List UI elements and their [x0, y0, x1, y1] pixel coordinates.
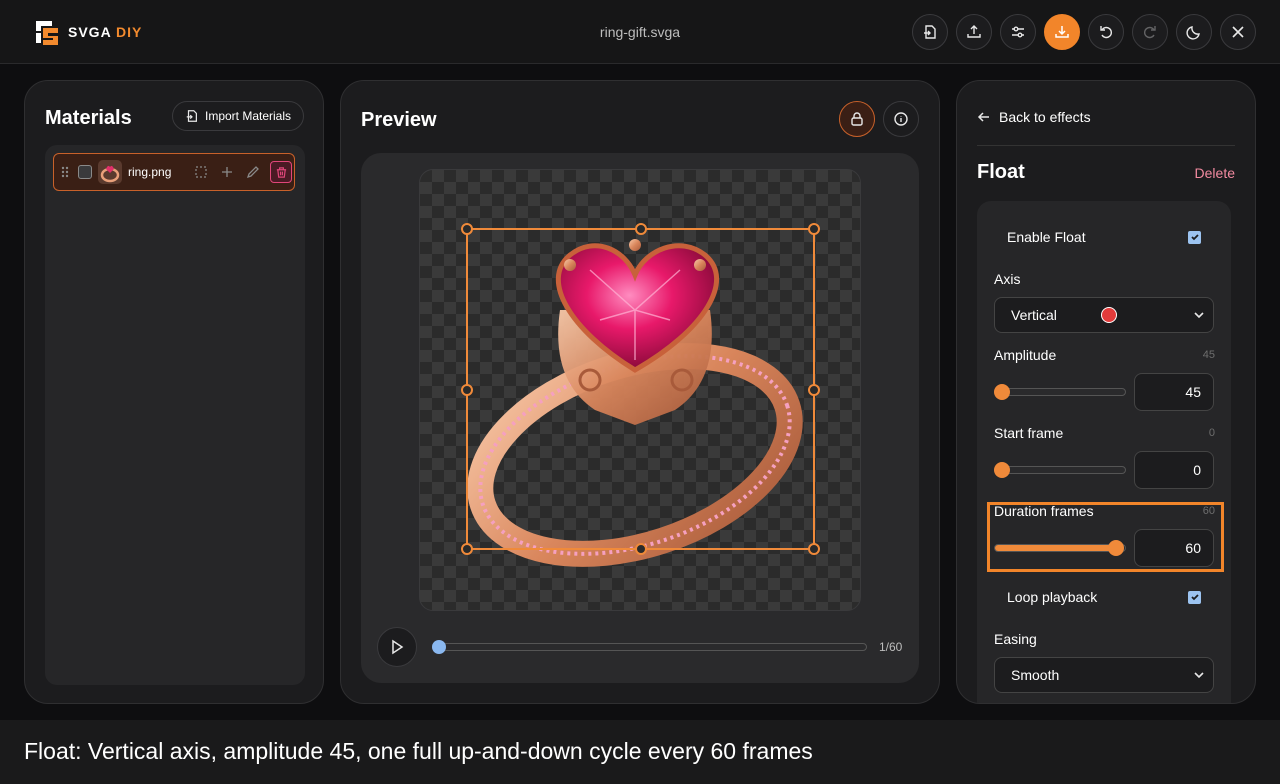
start-frame-hint: 0 — [1208, 427, 1215, 439]
upload-icon — [967, 25, 981, 38]
preview-title: Preview — [361, 109, 437, 131]
loop-playback-row[interactable]: Loop playback — [1007, 589, 1201, 605]
axis-color-swatch[interactable] — [1100, 307, 1117, 323]
select-region-icon — [195, 166, 207, 178]
easing-select[interactable]: Smooth — [994, 657, 1214, 693]
arrow-left-icon — [977, 112, 989, 122]
easing-label: Easing — [994, 631, 1037, 647]
selection-box[interactable] — [461, 223, 820, 555]
item-checkbox[interactable] — [78, 165, 92, 179]
redo-icon — [1144, 26, 1156, 39]
close-button[interactable] — [1220, 14, 1256, 50]
materials-title: Materials — [45, 107, 132, 129]
duration-highlight — [987, 502, 1224, 572]
amplitude-input[interactable]: 45 — [1134, 373, 1214, 411]
info-button[interactable] — [883, 101, 919, 137]
download-button[interactable] — [1044, 14, 1080, 50]
timeline-slider[interactable] — [432, 640, 867, 654]
start-frame-input[interactable]: 0 — [1134, 451, 1214, 489]
resize-handle[interactable] — [461, 384, 473, 396]
download-icon — [1055, 26, 1069, 38]
info-icon — [894, 112, 908, 126]
start-frame-knob[interactable] — [994, 462, 1010, 478]
effect-settings: Enable Float Axis Vertical Amplitude 45 … — [977, 201, 1231, 703]
start-frame-label: Start frame — [994, 425, 1064, 441]
play-button[interactable] — [377, 627, 417, 667]
chevron-down-icon — [1194, 312, 1204, 319]
resize-handle[interactable] — [808, 543, 820, 555]
effects-panel: Back to effects Float Delete Enable Floa… — [956, 80, 1256, 704]
back-to-effects-link[interactable]: Back to effects — [977, 109, 1091, 125]
materials-list: ring.png — [45, 145, 305, 685]
axis-value: Vertical — [1011, 307, 1057, 323]
play-icon — [392, 639, 404, 655]
preview-stage: 1/60 — [361, 153, 919, 683]
add-button[interactable] — [218, 163, 236, 181]
resize-handle[interactable] — [635, 223, 647, 235]
import-file-button[interactable] — [912, 14, 948, 50]
loop-playback-label: Loop playback — [1007, 589, 1098, 605]
material-thumbnail — [98, 160, 122, 184]
timeline-knob[interactable] — [432, 640, 446, 654]
check-icon — [1190, 234, 1199, 241]
preview-canvas[interactable] — [419, 169, 861, 611]
top-bar: SVGA DIY ring-gift.svga — [0, 0, 1280, 64]
upload-button[interactable] — [956, 14, 992, 50]
select-region-button[interactable] — [192, 163, 210, 181]
list-item[interactable]: ring.png — [53, 153, 295, 191]
effect-title: Float — [977, 161, 1025, 183]
resize-handle[interactable] — [635, 543, 647, 555]
resize-handle[interactable] — [461, 543, 473, 555]
trash-icon — [276, 166, 286, 178]
material-name: ring.png — [128, 165, 172, 179]
amplitude-label: Amplitude — [994, 347, 1057, 363]
amplitude-slider[interactable] — [994, 384, 1126, 400]
delete-material-button[interactable] — [270, 161, 292, 183]
resize-handle[interactable] — [808, 223, 820, 235]
amplitude-hint: 45 — [1202, 349, 1215, 361]
file-import-icon — [186, 110, 197, 122]
toolbar — [912, 14, 1256, 50]
drag-handle-icon[interactable] — [60, 165, 70, 179]
resize-handle[interactable] — [461, 223, 473, 235]
sliders-icon — [1012, 26, 1024, 38]
materials-panel: Materials Import Materials ring.png — [24, 80, 324, 704]
axis-label: Axis — [994, 271, 1021, 287]
enable-float-row[interactable]: Enable Float — [1007, 229, 1201, 245]
resize-handle[interactable] — [808, 384, 820, 396]
undo-button[interactable] — [1088, 14, 1124, 50]
chevron-down-icon — [1194, 672, 1204, 679]
enable-float-checkbox[interactable] — [1188, 230, 1201, 244]
start-frame-slider[interactable] — [994, 462, 1126, 478]
import-materials-button[interactable]: Import Materials — [172, 101, 305, 131]
caption-text: Float: Vertical axis, amplitude 45, one … — [24, 738, 813, 764]
frame-counter: 1/60 — [879, 640, 903, 654]
redo-button[interactable] — [1132, 14, 1168, 50]
lock-icon — [851, 112, 863, 126]
divider — [977, 145, 1235, 146]
easing-value: Smooth — [1011, 667, 1060, 683]
plus-icon — [222, 167, 232, 177]
axis-select[interactable]: Vertical — [994, 297, 1214, 333]
moon-icon — [1186, 26, 1200, 40]
preview-panel: Preview 1/60 — [340, 80, 940, 704]
loop-playback-checkbox[interactable] — [1188, 590, 1201, 604]
delete-effect-button[interactable]: Delete — [1195, 165, 1235, 181]
import-materials-label: Import Materials — [205, 109, 292, 123]
enable-float-label: Enable Float — [1007, 229, 1086, 245]
caption-bar: Float: Vertical axis, amplitude 45, one … — [0, 720, 1280, 784]
undo-icon — [1100, 26, 1112, 39]
theme-toggle-button[interactable] — [1176, 14, 1212, 50]
back-label: Back to effects — [999, 109, 1091, 125]
close-icon — [1232, 26, 1244, 38]
pencil-icon — [246, 166, 259, 179]
settings-button[interactable] — [1000, 14, 1036, 50]
edit-button[interactable] — [244, 163, 262, 181]
lock-button[interactable] — [839, 101, 875, 137]
amplitude-knob[interactable] — [994, 384, 1010, 400]
file-import-icon — [924, 25, 936, 39]
check-icon — [1190, 594, 1199, 601]
